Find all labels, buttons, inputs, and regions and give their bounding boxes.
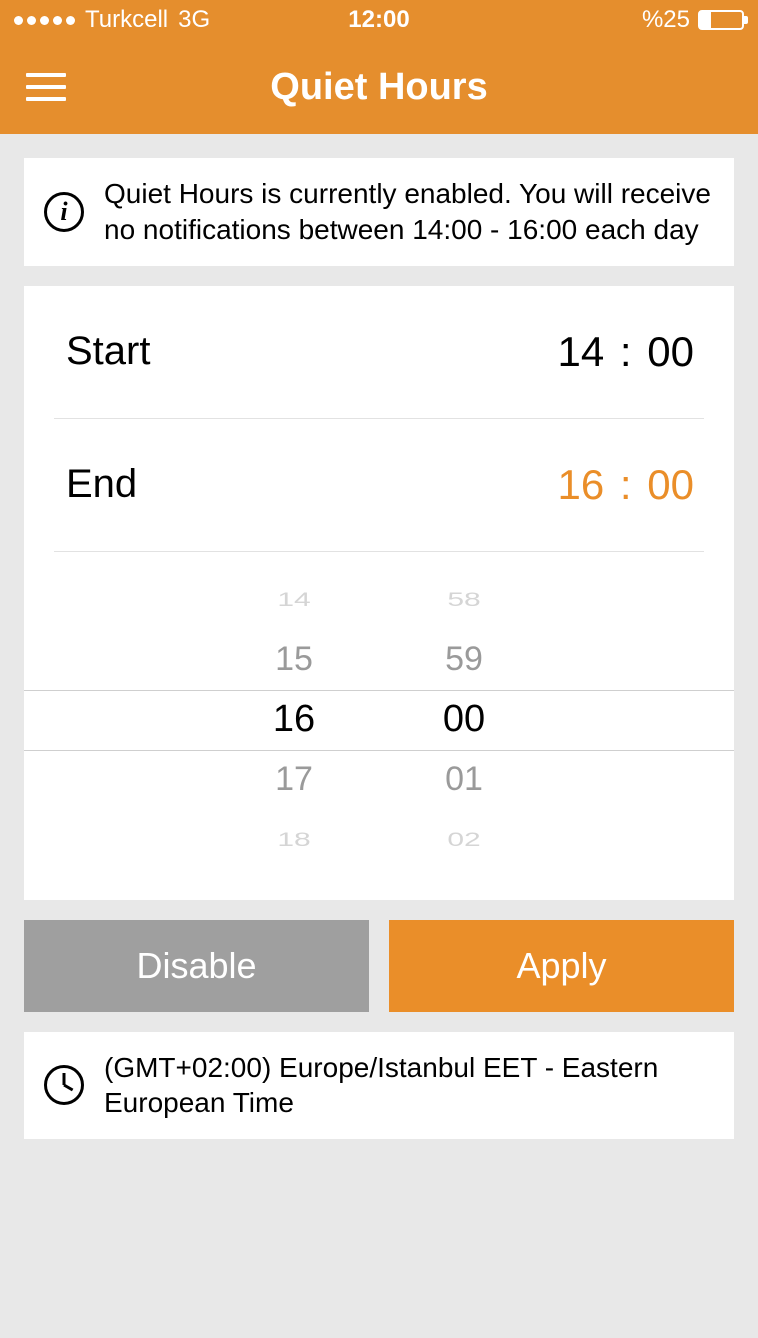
page-title: Quiet Hours xyxy=(0,66,758,109)
button-row: Disable Apply xyxy=(24,920,734,1012)
picker-minute: 01 xyxy=(424,760,504,799)
menu-icon[interactable] xyxy=(26,65,66,109)
clock-icon xyxy=(44,1065,84,1105)
battery-percent: %25 xyxy=(642,6,690,34)
nav-bar: Quiet Hours xyxy=(0,40,758,134)
picker-selection-line xyxy=(24,690,734,691)
network-label: 3G xyxy=(178,6,210,34)
start-value: 14 : 00 xyxy=(558,328,694,376)
status-left-group: Turkcell 3G xyxy=(14,6,210,34)
picker-minute: 00 xyxy=(424,698,504,741)
picker-hour: 14 xyxy=(254,589,334,611)
disable-button[interactable]: Disable xyxy=(24,920,369,1012)
time-picker[interactable]: 14 58 15 59 16 00 17 01 18 02 xyxy=(54,552,704,900)
status-bar: Turkcell 3G 12:00 %25 xyxy=(0,0,758,40)
picker-minute: 02 xyxy=(424,829,504,851)
apply-button[interactable]: Apply xyxy=(389,920,734,1012)
timezone-text: (GMT+02:00) Europe/Istanbul EET - Easter… xyxy=(104,1050,712,1122)
status-time: 12:00 xyxy=(348,6,409,34)
start-label: Start xyxy=(66,329,150,374)
content-area: i Quiet Hours is currently enabled. You … xyxy=(0,134,758,1163)
timezone-card[interactable]: (GMT+02:00) Europe/Istanbul EET - Easter… xyxy=(24,1032,734,1140)
info-card: i Quiet Hours is currently enabled. You … xyxy=(24,158,734,266)
picker-hour: 17 xyxy=(254,760,334,799)
picker-hour: 18 xyxy=(254,829,334,851)
picker-hour: 15 xyxy=(254,640,334,679)
carrier-label: Turkcell xyxy=(85,6,168,34)
picker-row: 18 02 xyxy=(54,810,704,870)
end-value: 16 : 00 xyxy=(558,461,694,509)
end-label: End xyxy=(66,462,137,507)
info-message: Quiet Hours is currently enabled. You wi… xyxy=(104,176,712,248)
signal-dots-icon xyxy=(14,16,75,25)
battery-icon xyxy=(698,10,744,30)
status-right-group: %25 xyxy=(642,6,744,34)
picker-minute: 59 xyxy=(424,640,504,679)
picker-hour: 16 xyxy=(254,698,334,741)
picker-row: 14 58 xyxy=(54,570,704,630)
time-settings-card: Start 14 : 00 End 16 : 00 14 58 15 59 16… xyxy=(24,286,734,900)
picker-row-selected: 16 00 xyxy=(54,690,704,750)
start-time-row[interactable]: Start 14 : 00 xyxy=(54,286,704,419)
picker-row: 17 01 xyxy=(54,750,704,810)
picker-selection-line xyxy=(24,750,734,751)
picker-row: 15 59 xyxy=(54,630,704,690)
end-time-row[interactable]: End 16 : 00 xyxy=(54,419,704,552)
info-icon: i xyxy=(44,192,84,232)
picker-minute: 58 xyxy=(424,589,504,611)
